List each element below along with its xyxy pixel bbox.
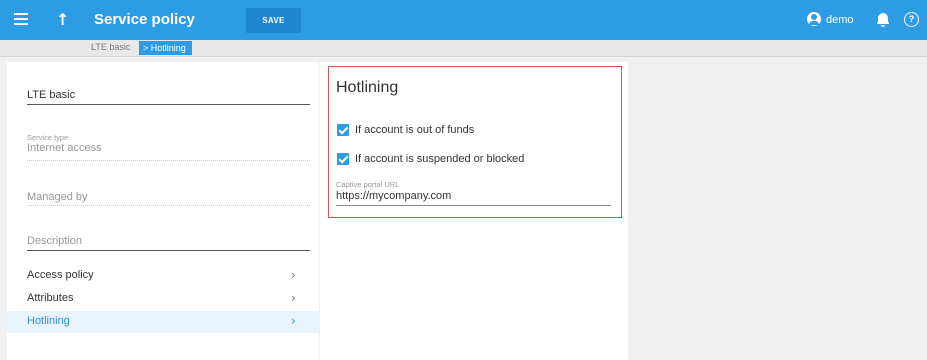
left-panel: LTE basic Service type Internet access M… — [7, 62, 319, 360]
service-type-underline — [27, 160, 310, 161]
nav-item-access-policy[interactable]: Access policy › — [7, 265, 319, 287]
bell-icon[interactable] — [877, 13, 889, 27]
service-type-label: Service type — [27, 133, 69, 142]
nav-item-hotlining[interactable]: Hotlining › — [7, 311, 319, 333]
out-of-funds-checkbox[interactable] — [337, 124, 349, 136]
breadcrumb-item-lte-basic[interactable]: LTE basic — [91, 42, 130, 52]
name-field-underline — [27, 104, 310, 105]
description-underline — [27, 250, 310, 251]
nav-item-attributes[interactable]: Attributes › — [7, 288, 319, 310]
page-title: Service policy — [94, 11, 195, 28]
breadcrumb-item-hotlining[interactable]: > Hotlining — [139, 41, 192, 55]
suspended-checkbox[interactable] — [337, 153, 349, 165]
description-placeholder: Description — [27, 235, 83, 247]
description-field[interactable]: Description — [27, 235, 310, 247]
name-field-value: LTE basic — [27, 89, 76, 101]
captive-portal-url-input[interactable]: https://mycompany.com — [336, 190, 451, 202]
suspended-label[interactable]: If account is suspended or blocked — [355, 153, 524, 165]
breadcrumb: LTE basic > Hotlining — [0, 40, 927, 57]
save-button[interactable]: SAVE — [246, 8, 301, 33]
service-type-value: Internet access — [27, 142, 102, 154]
nav-item-label: Hotlining — [27, 315, 70, 327]
out-of-funds-label[interactable]: If account is out of funds — [355, 124, 474, 136]
chevron-right-icon: › — [291, 314, 296, 328]
captive-portal-url-underline — [336, 205, 611, 206]
name-field[interactable]: LTE basic — [27, 89, 310, 101]
user-icon[interactable] — [807, 12, 821, 26]
captive-portal-url-label: Captive portal URL — [336, 180, 400, 189]
nav-item-label: Attributes — [27, 292, 74, 304]
menu-icon[interactable] — [14, 13, 28, 25]
service-type-field: Service type Internet access — [27, 133, 310, 154]
managed-by-placeholder: Managed by — [27, 191, 88, 203]
chevron-right-icon: › — [291, 268, 296, 282]
top-bar: ↑ Service policy SAVE demo ? — [0, 0, 927, 40]
up-arrow-icon[interactable]: ↑ — [56, 10, 69, 29]
help-icon[interactable]: ? — [904, 12, 919, 27]
chevron-right-icon: › — [291, 291, 296, 305]
managed-by-field[interactable]: Managed by — [27, 191, 310, 203]
hotlining-title: Hotlining — [336, 79, 399, 96]
user-name[interactable]: demo — [826, 14, 854, 26]
right-empty-panel — [629, 62, 927, 360]
nav-item-label: Access policy — [27, 269, 94, 281]
managed-by-underline — [27, 205, 310, 206]
